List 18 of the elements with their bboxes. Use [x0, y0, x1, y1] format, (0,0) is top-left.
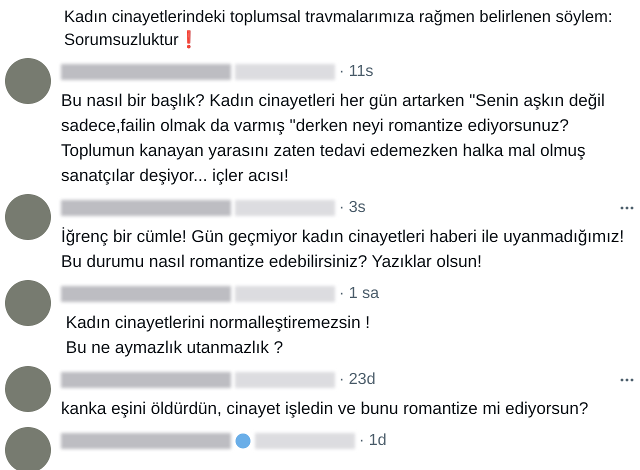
reply-text: Kadın cinayetlerini normalleştiremezsin ! Bu ne aymazlık utanmazlık ? [64, 312, 371, 359]
avatar-placeholder[interactable] [5, 58, 51, 104]
avatar-placeholder[interactable] [5, 366, 51, 412]
more-options-icon[interactable] [620, 206, 634, 210]
post-time[interactable]: · 1 sa [339, 285, 380, 303]
avatar-placeholder[interactable] [5, 427, 51, 470]
post-time[interactable]: · 3s [339, 199, 366, 217]
post-time[interactable]: · 23d [339, 371, 376, 389]
avatar-placeholder[interactable] [5, 280, 51, 326]
more-options-icon[interactable] [620, 378, 634, 382]
post-time[interactable]: · 1d [359, 432, 387, 450]
avatar-placeholder[interactable] [5, 194, 51, 240]
post-time[interactable]: · 11s [339, 63, 374, 81]
reply-text: Bu nasıl bir başlık? Kadın cinayetleri her gün artarken "Senin aşkın değil sadece,failin olmak da varmış "derken neyi romantize ediyorsunuz? Toplumun kanayan yarasını zaten tedavi edemezken halka mal olmuş sanatçılar deşiyor... içler acısı! [61, 90, 606, 187]
verified-badge-icon [235, 433, 251, 449]
reply-text: kanka eşini öldürdün, cinayet işledin ve bunu romantize mi ediyorsun? [61, 398, 590, 420]
tweet-text: Kadın cinayetlerindeki toplumsal travmalarımıza rağmen belirlenen söylem: Sorumsuzluktur❗ [64, 7, 614, 51]
reply-text: İğrenç bir cümle! Gün geçmiyor kadın cinayetleri haberi ile uyanmadığımız! Bu durumu nasıl romantize edebilirsiniz? Yazıklar olsun! [61, 226, 626, 273]
